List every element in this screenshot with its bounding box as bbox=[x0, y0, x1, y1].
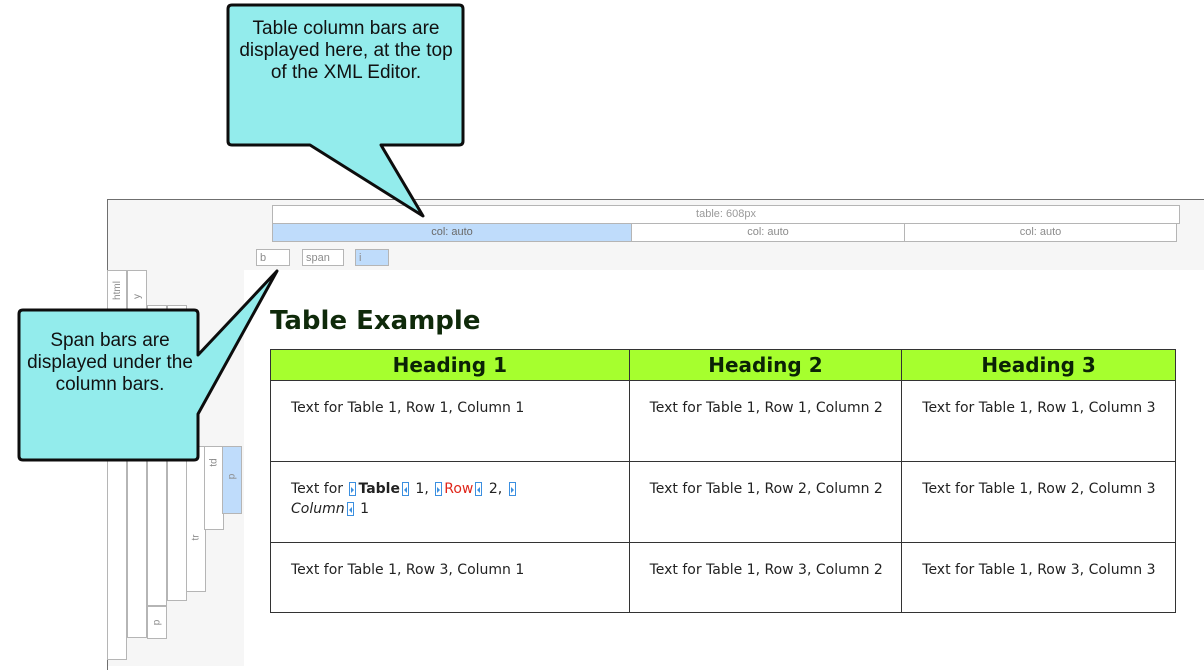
left-callout-text: Span bars are displayed under the column… bbox=[27, 330, 193, 395]
top-callout-text: Table column bars are displayed here, at… bbox=[239, 18, 453, 83]
